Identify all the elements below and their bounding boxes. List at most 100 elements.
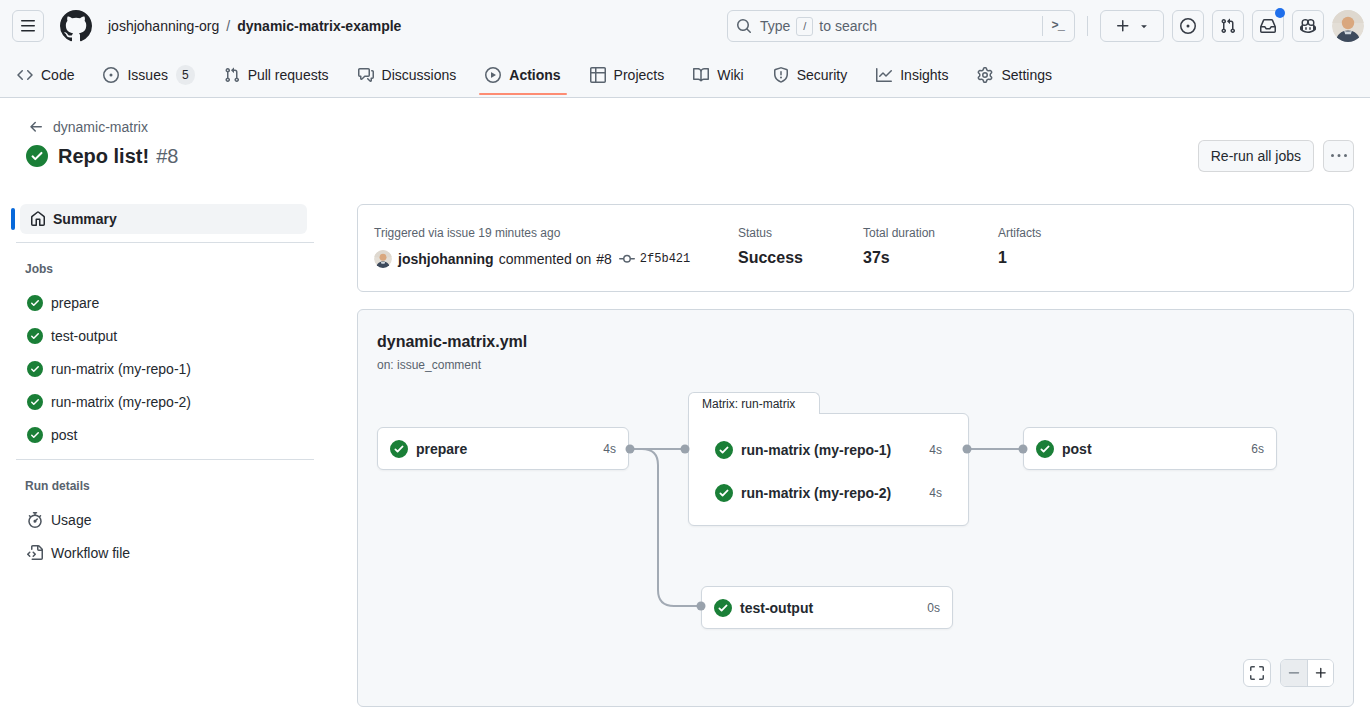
home-icon (30, 211, 46, 227)
git-pull-request-icon (1220, 18, 1236, 34)
screen-full-icon (1249, 665, 1265, 681)
command-palette-icon[interactable]: >_ (1052, 19, 1066, 33)
graph-node-prepare[interactable]: prepare 4s (377, 427, 629, 470)
file-code-icon (27, 545, 43, 561)
inbox-icon (1260, 18, 1276, 34)
graph-node-run-matrix-2[interactable]: run-matrix (my-repo-2) 4s (715, 471, 942, 514)
tab-actions[interactable]: Actions (479, 52, 566, 97)
trigger-detail-row: joshjohanning commented on #8 2f5b421 (374, 250, 738, 268)
three-bars-icon (20, 18, 36, 34)
slash-key-hint: / (796, 17, 813, 36)
main-content: Triggered via issue 19 minutes ago joshj… (357, 204, 1354, 707)
success-check-icon (26, 145, 48, 167)
app-header: joshjohanning-org / dynamic-matrix-examp… (0, 0, 1370, 98)
status-column: Status Success (738, 226, 863, 291)
matrix-group: run-matrix (my-repo-1) 4s run-matrix (my… (688, 413, 969, 526)
arrow-left-icon (28, 119, 44, 135)
tab-code[interactable]: Code (11, 52, 80, 97)
tab-security[interactable]: Security (767, 52, 854, 97)
trigger-label: Triggered via issue 19 minutes ago (374, 226, 738, 240)
breadcrumb-separator: / (226, 18, 230, 34)
sidebar-job-prepare[interactable]: prepare (16, 286, 314, 319)
rerun-all-jobs-button[interactable]: Re-run all jobs (1198, 140, 1314, 172)
sidebar-job-run-matrix-2[interactable]: run-matrix (my-repo-2) (16, 385, 314, 418)
matrix-group-tab: Matrix: run-matrix (688, 392, 820, 414)
notifications-button[interactable] (1252, 10, 1284, 42)
graph-icon (876, 67, 892, 83)
check-circle-icon (390, 440, 408, 458)
sidebar-item-usage[interactable]: Usage (16, 503, 314, 536)
git-pull-request-icon (224, 67, 240, 83)
tab-wiki[interactable]: Wiki (687, 52, 749, 97)
breadcrumb: joshjohanning-org / dynamic-matrix-examp… (108, 16, 401, 36)
issue-ref-link[interactable]: #8 (596, 251, 612, 267)
copilot-icon (1300, 18, 1316, 34)
plus-icon (1314, 666, 1328, 680)
sidebar-job-run-matrix-1[interactable]: run-matrix (my-repo-1) (16, 352, 314, 385)
tab-settings[interactable]: Settings (971, 52, 1058, 97)
tab-projects[interactable]: Projects (584, 52, 671, 97)
shield-icon (773, 67, 789, 83)
graph-node-post[interactable]: post 6s (1023, 427, 1277, 470)
tab-insights[interactable]: Insights (870, 52, 954, 97)
zoom-in-button[interactable] (1307, 660, 1333, 686)
actor-avatar[interactable] (374, 250, 392, 268)
check-circle-icon (715, 441, 733, 459)
dash-icon (1287, 666, 1301, 680)
book-icon (693, 67, 709, 83)
graph-node-run-matrix-1[interactable]: run-matrix (my-repo-1) 4s (715, 428, 942, 471)
search-icon (736, 18, 752, 34)
graph-node-test-output[interactable]: test-output 0s (701, 586, 953, 629)
create-new-button[interactable] (1100, 10, 1164, 42)
status-value: Success (738, 249, 863, 267)
job-duration: 0s (927, 601, 940, 615)
plus-icon (1115, 18, 1131, 34)
hamburger-menu-button[interactable] (12, 10, 44, 42)
tab-pull-requests[interactable]: Pull requests (218, 52, 335, 97)
zoom-out-button[interactable] (1281, 660, 1307, 686)
kebab-icon (1331, 148, 1347, 164)
sidebar-job-test-output[interactable]: test-output (16, 319, 314, 352)
check-circle-icon (27, 394, 43, 410)
avatar-photo (374, 250, 392, 268)
sidebar-item-summary[interactable]: Summary (20, 204, 307, 234)
sidebar: Summary Jobs prepare test-output run-mat… (16, 204, 314, 569)
sidebar-item-workflow-file[interactable]: Workflow file (16, 536, 314, 569)
duration-column: Total duration 37s (863, 226, 998, 291)
breadcrumb-repo-link[interactable]: dynamic-matrix-example (237, 18, 401, 34)
breadcrumb-org-link[interactable]: joshjohanning-org (108, 16, 219, 36)
commit-sha-link[interactable]: 2f5b421 (640, 252, 690, 266)
tab-issues[interactable]: Issues5 (97, 52, 200, 97)
tab-discussions[interactable]: Discussions (352, 52, 463, 97)
copilot-button[interactable] (1292, 10, 1324, 42)
actor-link[interactable]: joshjohanning (398, 251, 494, 267)
fullscreen-button[interactable] (1243, 659, 1271, 687)
status-label: Status (738, 226, 863, 240)
duration-label: Total duration (863, 226, 998, 240)
zoom-control (1280, 659, 1334, 687)
stopwatch-icon (27, 512, 43, 528)
header-top: joshjohanning-org / dynamic-matrix-examp… (0, 0, 1370, 52)
run-details-heading: Run details (25, 479, 314, 493)
unread-notification-dot (1275, 8, 1285, 18)
job-duration: 4s (929, 443, 942, 457)
header-divider (1087, 16, 1088, 36)
avatar-photo (1332, 10, 1364, 42)
caret-down-icon (1138, 20, 1150, 32)
workflow-file-name: dynamic-matrix.yml (377, 333, 1333, 351)
run-options-kebab-button[interactable] (1323, 140, 1354, 172)
pull-requests-dashboard-button[interactable] (1212, 10, 1244, 42)
workflow-trigger: on: issue_comment (377, 358, 1333, 372)
trigger-column: Triggered via issue 19 minutes ago joshj… (374, 226, 738, 291)
github-logo[interactable] (60, 10, 92, 42)
search-placeholder-prefix: Type (760, 18, 790, 34)
sidebar-job-post[interactable]: post (16, 418, 314, 451)
check-circle-icon (27, 427, 43, 443)
issues-dashboard-button[interactable] (1172, 10, 1204, 42)
back-to-workflow-link[interactable]: dynamic-matrix (28, 119, 148, 135)
user-avatar[interactable] (1332, 10, 1364, 42)
issues-counter: 5 (176, 65, 195, 85)
search-input[interactable]: Type / to search >_ (727, 10, 1075, 42)
run-summary-card: Triggered via issue 19 minutes ago joshj… (357, 204, 1354, 292)
artifacts-column: Artifacts 1 (998, 226, 1123, 291)
